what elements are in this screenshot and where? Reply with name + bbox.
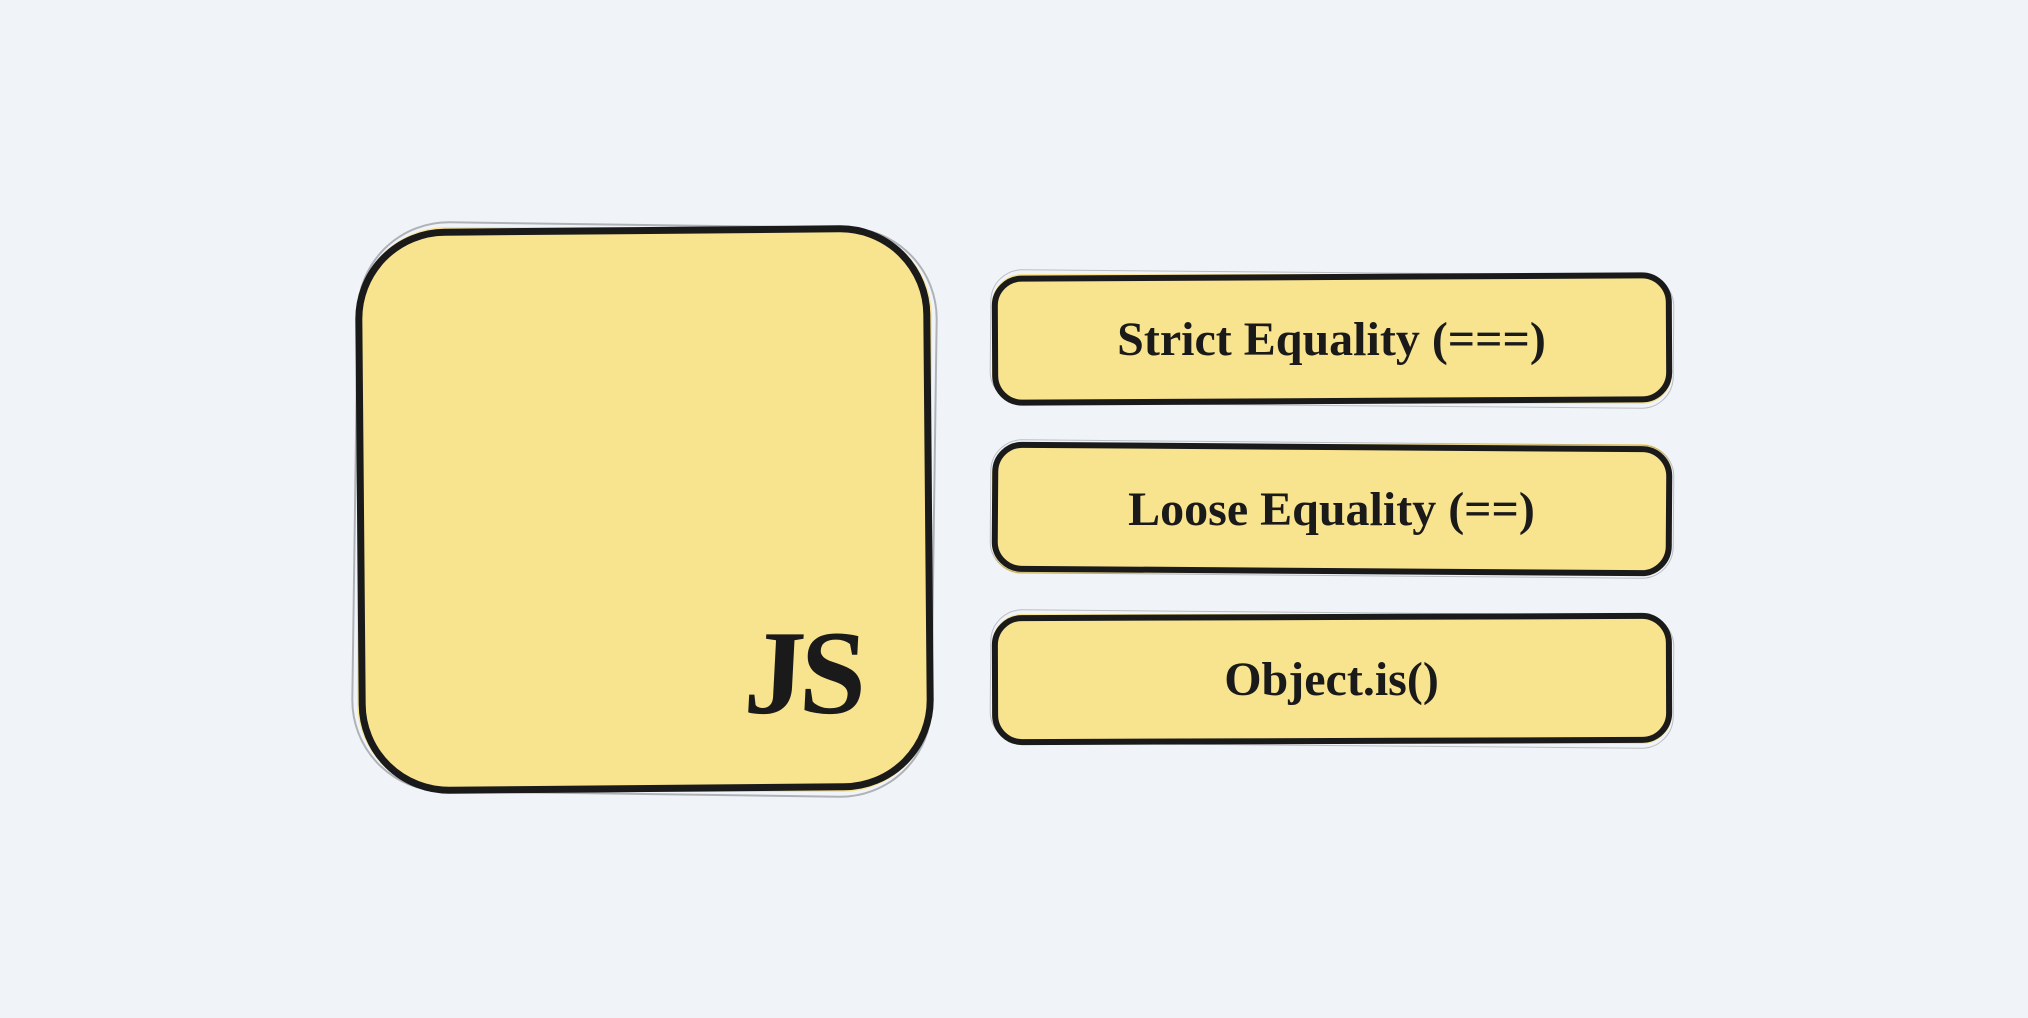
strict-equality-card: Strict Equality (===) <box>992 274 1672 404</box>
card-label: Object.is() <box>1224 652 1439 707</box>
card-label: Loose Equality (==) <box>1128 482 1535 537</box>
object-is-card: Object.is() <box>992 614 1672 744</box>
diagram-container: JS Strict Equality (===) Loose Equality … <box>357 227 1672 792</box>
loose-equality-card: Loose Equality (==) <box>992 444 1672 574</box>
equality-cards-column: Strict Equality (===) Loose Equality (==… <box>992 274 1672 744</box>
js-logo-text: JS <box>741 604 865 742</box>
card-label: Strict Equality (===) <box>1117 312 1546 367</box>
js-logo-box: JS <box>357 227 932 792</box>
